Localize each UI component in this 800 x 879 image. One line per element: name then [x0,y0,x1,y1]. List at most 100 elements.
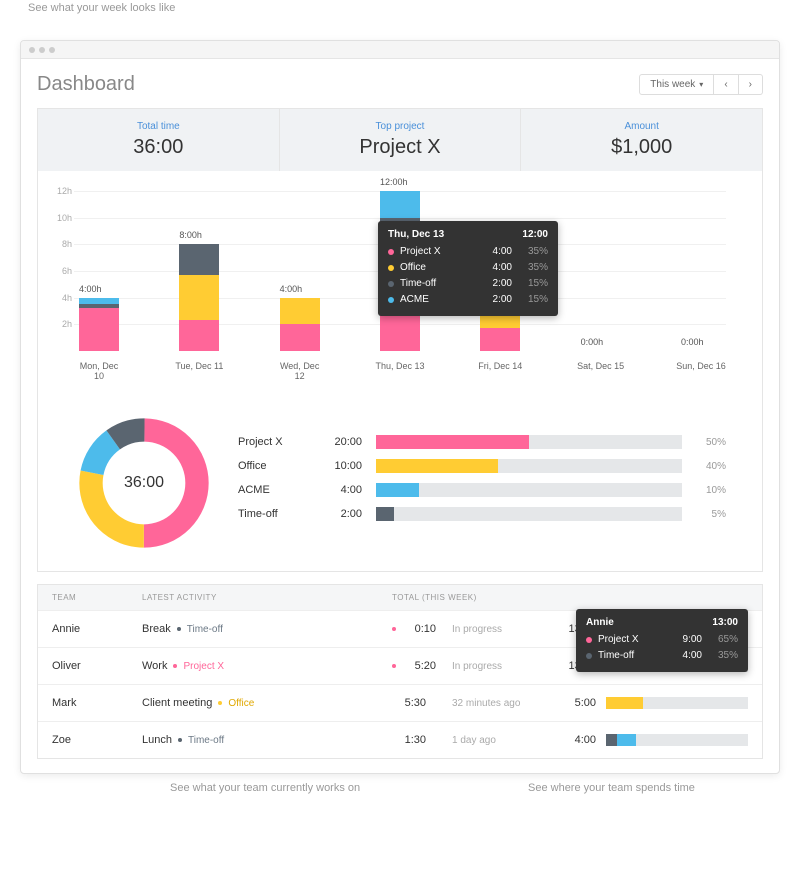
member-duration: 0:10 [402,623,436,635]
tooltip-row: Time-off2:0015% [388,276,548,292]
bar-segment [179,244,219,275]
member-name: Mark [52,697,142,709]
member-status: 1 day ago [452,735,552,746]
summary-total-time: Total time 36:00 [38,109,280,171]
member-duration: 5:20 [402,660,436,672]
x-label: Fri, Dec 14 [475,361,525,381]
project-name: ACME [238,484,308,496]
member-status: In progress [452,661,552,672]
bar-total-label: 0:00h [581,337,604,347]
member-name: Annie [52,623,142,635]
y-tick: 10h [57,213,72,223]
bar-segment [179,320,219,351]
bar-column[interactable]: 4:00h [275,298,325,351]
col-total: Total (this week) [392,593,748,602]
bar-segment [480,328,520,351]
bar-segment [380,191,420,218]
member-name: Oliver [52,660,142,672]
traffic-light-icon [29,47,35,53]
y-tick: 12h [57,186,72,196]
bar-total-label: 8:00h [179,230,202,240]
summary-panel: Total time 36:00 Top project Project X A… [37,108,763,572]
member-duration: 1:30 [392,734,426,746]
prev-button[interactable]: ‹ [714,74,738,95]
project-name: Office [238,460,308,472]
project-bar [376,459,682,473]
member-total: 4:00 [552,734,596,746]
member-bar [606,734,748,746]
bar-segment [179,275,219,320]
bar-total-label: 4:00h [280,284,303,294]
traffic-light-icon [39,47,45,53]
x-label: Sat, Dec 15 [576,361,626,381]
member-activity: Lunch Time-off [142,734,392,746]
project-pct: 40% [696,461,726,472]
x-label: Thu, Dec 13 [375,361,425,381]
bar-segment [280,298,320,325]
tooltip-row: ACME2:0015% [388,292,548,308]
project-bar [376,507,682,521]
bar-segment [79,308,119,351]
window-titlebar [21,41,779,59]
project-breakdown: 36:00 Project X 20:00 50% Office 10:00 4… [38,395,762,571]
col-team: Team [52,593,142,602]
project-pct: 50% [696,437,726,448]
member-activity: Work Project X [142,660,392,672]
time-range-controls: This week ▾ ‹ › [639,74,763,95]
bar-total-label: 4:00h [79,284,102,294]
project-time: 4:00 [322,484,362,496]
app-window: Dashboard This week ▾ ‹ › Total time 36:… [20,40,780,774]
next-button[interactable]: › [739,74,763,95]
project-name: Project X [238,436,308,448]
project-dot-icon [218,701,222,705]
chevron-left-icon: ‹ [724,79,727,90]
project-time: 2:00 [322,508,362,520]
summary-top-project: Top project Project X [280,109,522,171]
project-time: 10:00 [322,460,362,472]
member-status: In progress [452,624,552,635]
project-dot-icon [177,627,181,631]
team-tooltip: Annie 13:00 Project X9:0065%Time-off4:00… [576,609,748,672]
tooltip-row: Project X9:0065% [586,632,738,648]
bar-column[interactable]: 4:00h [74,298,124,351]
annotation-top: See what your week looks like [28,2,175,14]
x-label: Wed, Dec 12 [275,361,325,381]
bar-column[interactable]: 8:00h [174,244,224,351]
member-total: 5:00 [552,697,596,709]
team-row[interactable]: Mark Client meeting Office 5:30 32 minut… [38,684,762,721]
project-row[interactable]: Project X 20:00 50% [238,435,726,449]
weekly-bar-chart: 4:00h8:00h4:00h12:00h0:00h0:00h Mon, Dec… [38,171,762,395]
project-pct: 10% [696,485,726,496]
project-dot-icon [178,738,182,742]
donut-total: 36:00 [124,474,164,492]
project-dot-icon [173,664,177,668]
chart-tooltip: Thu, Dec 13 12:00 Project X4:0035%Office… [378,221,558,316]
chevron-right-icon: › [749,79,752,90]
y-tick: 8h [62,239,72,249]
project-row[interactable]: Office 10:00 40% [238,459,726,473]
member-status: 32 minutes ago [452,698,552,709]
x-label: Sun, Dec 16 [676,361,726,381]
project-pct: 5% [696,509,726,520]
project-row[interactable]: ACME 4:00 10% [238,483,726,497]
annotation-bottom-left: See what your team currently works on [170,782,360,794]
member-name: Zoe [52,734,142,746]
project-row[interactable]: Time-off 2:00 5% [238,507,726,521]
range-dropdown[interactable]: This week ▾ [639,74,714,95]
project-time: 20:00 [322,436,362,448]
project-bar [376,483,682,497]
page-title: Dashboard [37,73,135,96]
member-activity: Break Time-off [142,623,392,635]
team-row[interactable]: Zoe Lunch Time-off 1:30 1 day ago 4:00 [38,721,762,758]
bar-total-label: 12:00h [380,177,408,187]
col-activity: Latest Activity [142,593,392,602]
project-bar [376,435,682,449]
x-label: Mon, Dec 10 [74,361,124,381]
annotation-bottom-right: See where your team spends time [528,782,695,794]
chevron-down-icon: ▾ [699,80,703,89]
member-activity: Client meeting Office [142,697,392,709]
bar-segment [280,324,320,351]
y-tick: 6h [62,266,72,276]
y-tick: 2h [62,319,72,329]
tooltip-row: Time-off4:0035% [586,648,738,664]
